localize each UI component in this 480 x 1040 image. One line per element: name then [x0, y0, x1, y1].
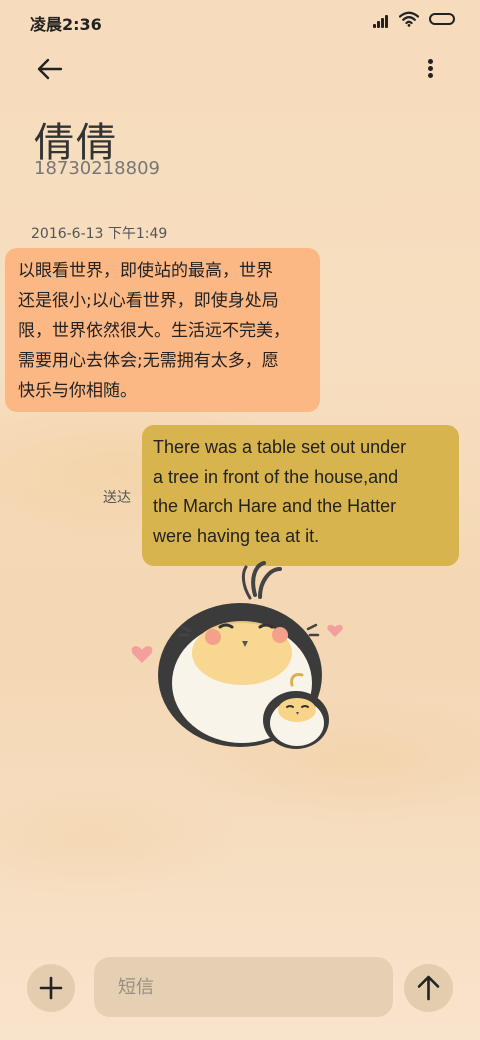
send-button[interactable]	[404, 964, 453, 1012]
message-line: 还是很小;以心看世界，即使身处局	[18, 291, 279, 311]
message-line: 需要用心去体会;无需拥有太多，愿	[18, 351, 279, 371]
message-line: the March Hare and the Hatter	[153, 496, 397, 516]
message-line: 快乐与你相随。	[18, 381, 137, 401]
outgoing-message-bubble[interactable]: There was a table set out under a tree i…	[142, 425, 459, 566]
status-bar: 凌晨2:36	[0, 0, 480, 40]
plus-icon	[39, 976, 63, 1000]
delivery-status: 送达	[103, 490, 131, 506]
add-attachment-button[interactable]	[27, 964, 75, 1012]
message-line: 以眼看世界，即使站的最高，世界	[18, 261, 273, 281]
arrow-up-icon	[417, 975, 440, 1001]
contact-number: 18730218809	[34, 158, 160, 179]
incoming-message-bubble[interactable]: 以眼看世界，即使站的最高，世界 还是很小;以心看世界，即使身处局 限，世界依然很…	[5, 248, 320, 412]
status-time: 凌晨2:36	[30, 15, 102, 34]
bird-sticker-illustration	[131, 561, 343, 749]
battery-icon	[429, 13, 455, 25]
message-line: were having tea at it.	[153, 525, 320, 546]
message-line: a tree in front of the house,and	[153, 466, 399, 487]
wifi-icon	[398, 11, 420, 27]
arrow-left-icon	[37, 58, 63, 80]
message-line: There was a table set out under	[153, 437, 407, 457]
more-button[interactable]	[416, 54, 444, 84]
message-timestamp: 2016-6-13 下午1:49	[31, 226, 168, 242]
back-button[interactable]	[34, 54, 66, 84]
message-input[interactable]	[94, 957, 393, 1017]
signal-icon	[373, 12, 391, 28]
message-line: 限，世界依然很大。生活远不完美，	[18, 321, 290, 341]
